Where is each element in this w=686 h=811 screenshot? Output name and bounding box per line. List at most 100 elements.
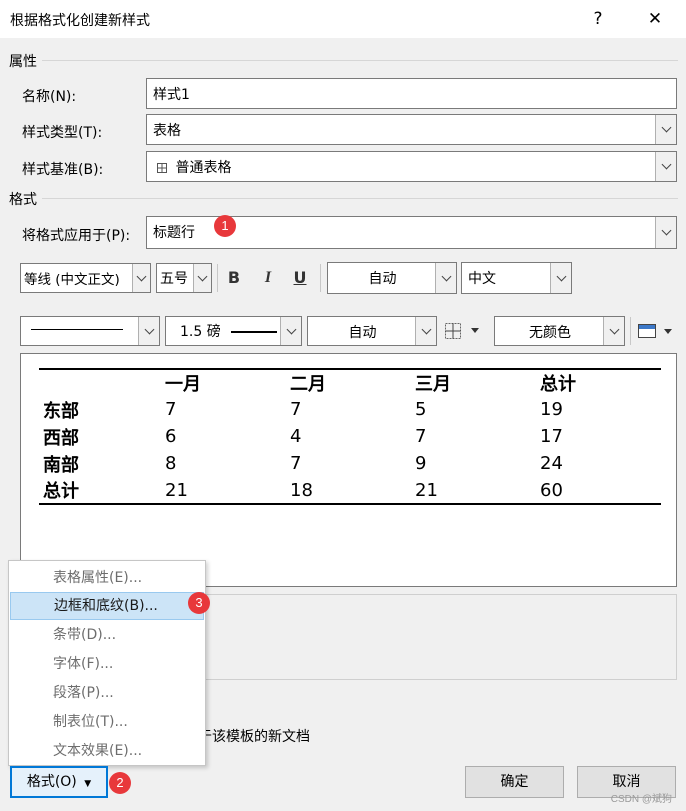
table-cell: 19 bbox=[540, 399, 563, 420]
chevron-down-icon bbox=[136, 271, 147, 281]
table-cell: 7 bbox=[165, 399, 177, 420]
line-style-sample bbox=[31, 328, 123, 330]
preview-header-cell: 一月 bbox=[161, 368, 286, 396]
preview-header-cell: 二月 bbox=[286, 368, 411, 396]
row-header-cell: 东部 bbox=[43, 400, 79, 422]
style-preview: 一月 二月 三月 总计 东部 7 7 5 19 西部 6 4 7 17 南部 8… bbox=[20, 353, 677, 587]
help-button[interactable]: ? bbox=[583, 6, 613, 32]
shading-dropdown-button[interactable] bbox=[603, 317, 624, 345]
watermark: CSDN @斌狗 bbox=[610, 794, 672, 805]
shading-select[interactable]: 无颜色 bbox=[494, 316, 625, 346]
italic-button[interactable]: I bbox=[255, 263, 281, 293]
menu-item-borders-shading[interactable]: 边框和底纹(B)... bbox=[10, 592, 204, 620]
table-row: 南部 8 7 9 24 bbox=[39, 450, 661, 477]
chevron-down-icon bbox=[197, 271, 208, 281]
table-cell: 6 bbox=[165, 426, 177, 447]
properties-divider bbox=[42, 60, 678, 61]
ok-button[interactable]: 确定 bbox=[465, 766, 564, 798]
format-section-label: 格式 bbox=[9, 192, 37, 208]
chevron-down-icon bbox=[421, 324, 431, 334]
apply-to-label: 将格式应用于(P): bbox=[22, 228, 131, 244]
toolbar-separator bbox=[630, 317, 631, 345]
line-weight-sample bbox=[231, 331, 278, 333]
style-type-select[interactable]: 表格 bbox=[146, 114, 677, 145]
table-styles-button[interactable] bbox=[636, 320, 678, 342]
apply-to-dropdown-button[interactable] bbox=[655, 217, 676, 248]
font-color-select[interactable]: 自动 bbox=[327, 262, 457, 294]
style-type-value: 表格 bbox=[153, 123, 181, 139]
font-color-value: 自动 bbox=[368, 271, 397, 287]
table-cell: 24 bbox=[540, 453, 563, 474]
script-select[interactable]: 中文 bbox=[461, 262, 572, 294]
font-size-value: 五号 bbox=[160, 271, 188, 287]
chevron-down-icon bbox=[556, 271, 566, 281]
table-cell: 21 bbox=[161, 477, 286, 505]
preview-header-cell bbox=[39, 368, 161, 396]
line-weight-select[interactable]: 1.5 磅 bbox=[165, 316, 302, 346]
border-color-dropdown-button[interactable] bbox=[415, 317, 436, 345]
name-label: 名称(N): bbox=[22, 89, 77, 105]
table-cell: 7 bbox=[290, 453, 302, 474]
style-base-dropdown-button[interactable] bbox=[655, 152, 676, 181]
line-style-select[interactable] bbox=[20, 316, 160, 346]
script-value: 中文 bbox=[468, 271, 496, 287]
menu-item-tabs[interactable]: 制表位(T)... bbox=[10, 708, 204, 736]
font-size-select[interactable]: 五号 bbox=[156, 263, 212, 293]
table-row: 总计 21 18 21 60 bbox=[39, 477, 661, 505]
font-name-select[interactable]: 等线 (中文正文) bbox=[20, 263, 151, 293]
font-name-dropdown-button[interactable] bbox=[132, 264, 150, 292]
font-size-dropdown-button[interactable] bbox=[193, 264, 211, 292]
table-row: 东部 7 7 5 19 bbox=[39, 396, 661, 423]
style-type-dropdown-button[interactable] bbox=[655, 115, 676, 144]
caret-down-icon: ▼ bbox=[84, 779, 92, 789]
annotation-badge-1: 1 bbox=[214, 215, 236, 237]
close-button[interactable]: ✕ bbox=[640, 6, 670, 32]
line-weight-value: 1.5 磅 bbox=[180, 324, 221, 340]
table-cell: 7 bbox=[290, 399, 302, 420]
format-menu-label: 格式(O) bbox=[26, 774, 77, 790]
menu-item-banding[interactable]: 条带(D)... bbox=[10, 621, 204, 649]
menu-item-paragraph[interactable]: 段落(P)... bbox=[10, 679, 204, 707]
border-color-select[interactable]: 自动 bbox=[307, 316, 437, 346]
row-header-cell: 南部 bbox=[43, 454, 79, 476]
table-cell: 60 bbox=[536, 477, 661, 505]
annotation-badge-3: 3 bbox=[188, 592, 210, 614]
shading-value: 无颜色 bbox=[529, 325, 571, 341]
style-base-select[interactable]: 普通表格 bbox=[146, 151, 677, 182]
border-color-value: 自动 bbox=[348, 325, 377, 341]
toolbar-separator bbox=[217, 264, 218, 292]
table-cell: 21 bbox=[411, 477, 536, 505]
chevron-down-icon bbox=[144, 324, 154, 334]
preview-header-row: 一月 二月 三月 总计 bbox=[39, 368, 661, 396]
apply-to-value: 标题行 bbox=[153, 225, 195, 241]
script-dropdown-button[interactable] bbox=[550, 263, 571, 293]
menu-item-table-properties[interactable]: 表格属性(E)... bbox=[10, 564, 204, 592]
chevron-down-icon bbox=[286, 324, 296, 334]
new-docs-template-label: 于该模板的新文档 bbox=[198, 729, 310, 745]
menu-item-text-effects[interactable]: 文本效果(E)... bbox=[10, 737, 204, 765]
format-divider bbox=[42, 198, 678, 199]
chevron-down-icon bbox=[661, 159, 671, 170]
annotation-badge-2: 2 bbox=[109, 772, 131, 794]
style-base-label: 样式基准(B): bbox=[22, 162, 104, 178]
table-cell: 5 bbox=[415, 399, 427, 420]
table-cell: 8 bbox=[165, 453, 177, 474]
name-input[interactable]: 样式1 bbox=[146, 78, 677, 109]
format-menu-button[interactable]: 格式(O) ▼ bbox=[10, 766, 108, 798]
font-color-dropdown-button[interactable] bbox=[435, 263, 456, 293]
table-row: 西部 6 4 7 17 bbox=[39, 423, 661, 450]
line-weight-dropdown-button[interactable] bbox=[280, 317, 301, 345]
chevron-down-icon bbox=[609, 324, 619, 334]
table-cell: 7 bbox=[415, 426, 427, 447]
bold-button[interactable]: B bbox=[221, 263, 247, 293]
line-style-dropdown-button[interactable] bbox=[138, 317, 159, 345]
chevron-down-icon bbox=[661, 225, 671, 236]
font-name-value: 等线 (中文正文) bbox=[24, 272, 120, 288]
row-header-cell: 总计 bbox=[39, 477, 161, 505]
properties-section-label: 属性 bbox=[9, 54, 37, 70]
name-input-value: 样式1 bbox=[153, 87, 190, 103]
row-header-cell: 西部 bbox=[43, 427, 79, 449]
menu-item-font[interactable]: 字体(F)... bbox=[10, 650, 204, 678]
borders-button[interactable] bbox=[443, 320, 485, 342]
underline-button[interactable]: U bbox=[287, 263, 313, 293]
